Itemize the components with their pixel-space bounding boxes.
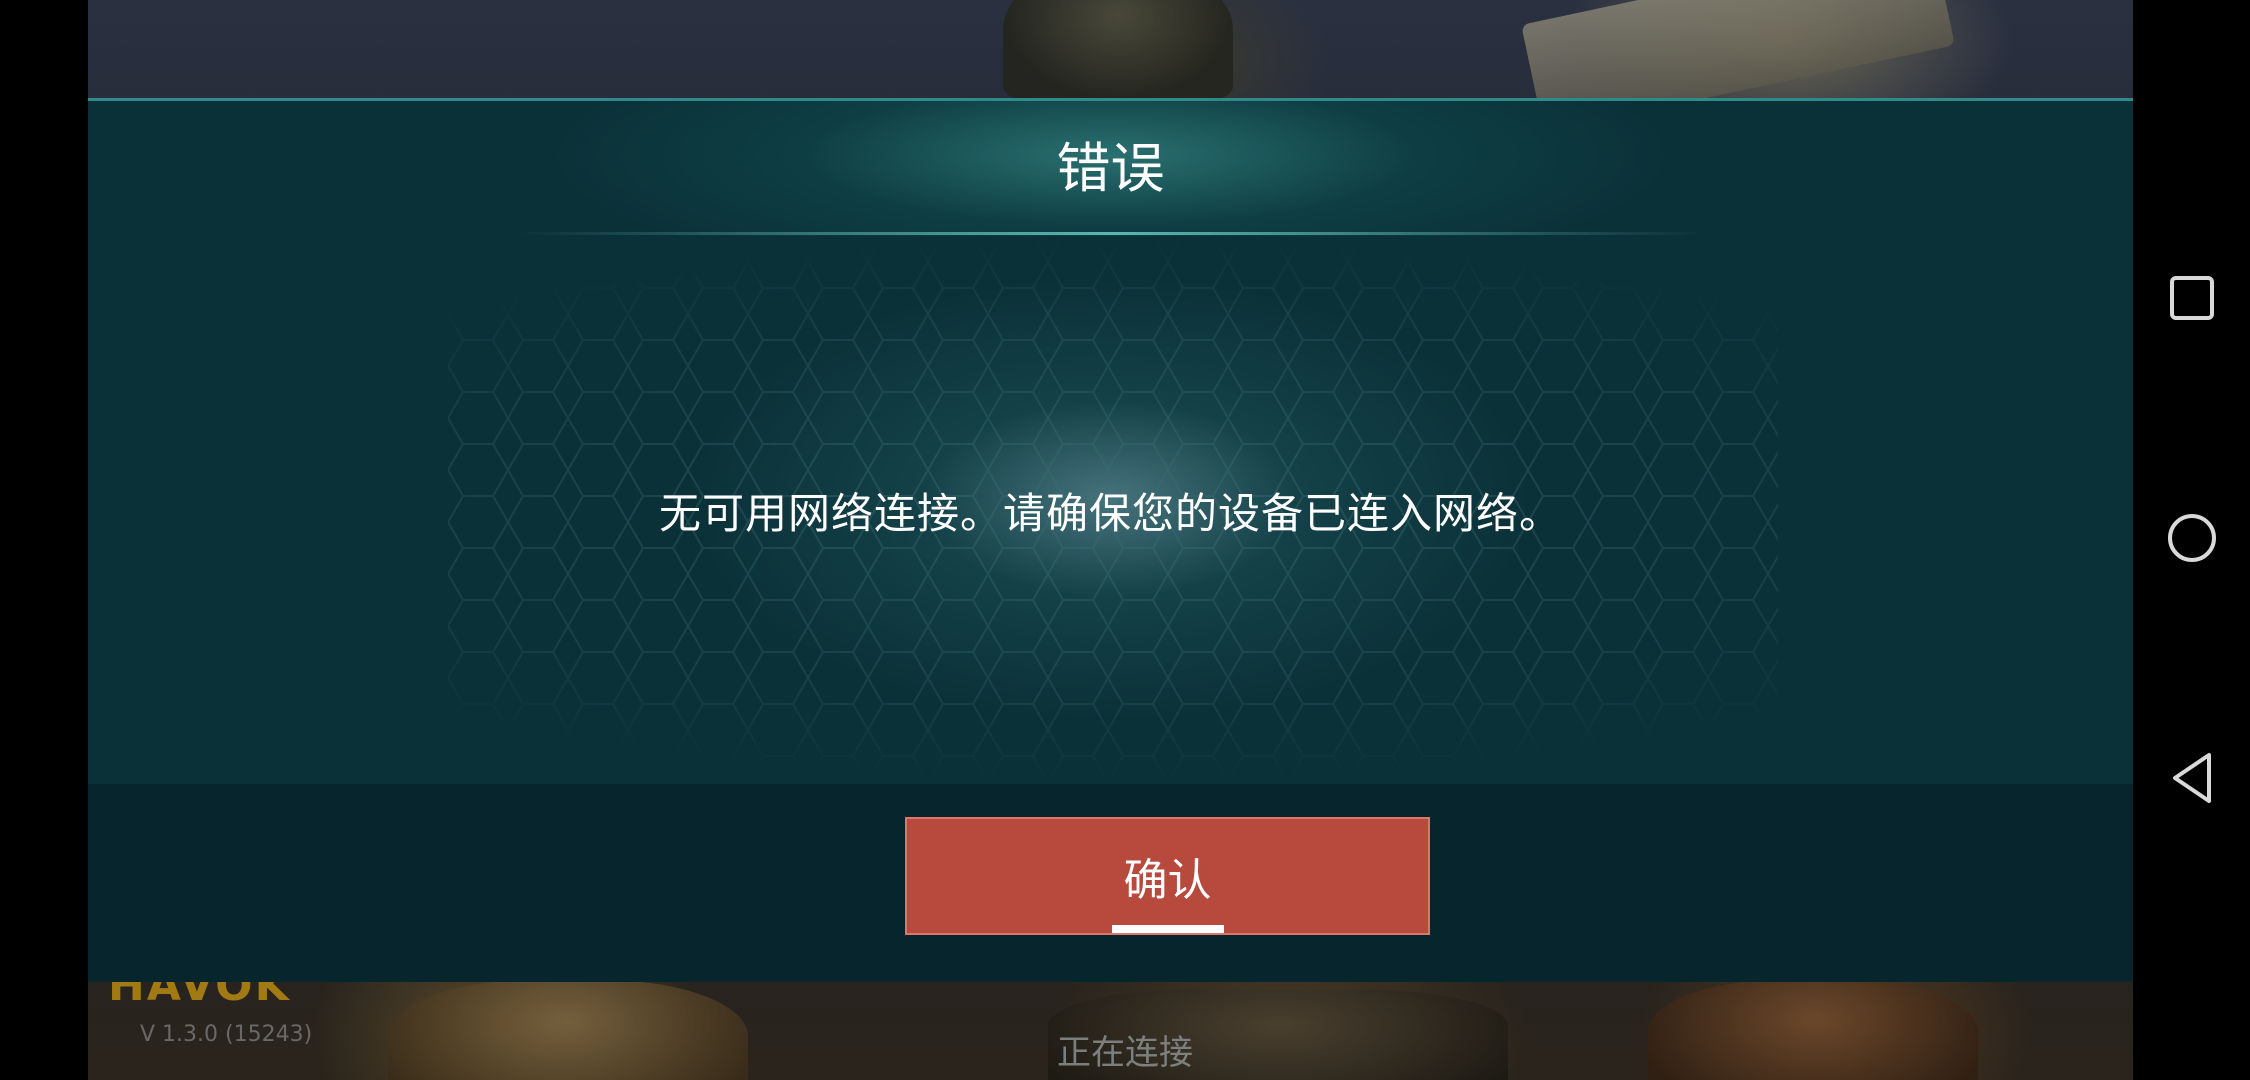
back-icon [2169,751,2215,809]
confirm-button-label: 确认 [1123,855,1212,906]
home-icon [2166,512,2218,568]
dialog-title: 错误 [1056,137,1165,200]
left-black-strip [0,0,88,1080]
error-message: 无可用网络连接。请确保您的设备已连入网络。 [658,488,1562,538]
dialog-footer: 确认 [88,784,2133,982]
error-dialog: 错误 无可用网络连接。请确保您的设备已连入网络。 确认 [88,98,2133,982]
game-screen: HAVOK V 1.3.0 (15243) 正在连接 错误 无可用网络连接。请确… [0,0,2250,1080]
recent-apps-button[interactable] [2133,255,2250,345]
confirm-focus-indicator [1112,925,1224,933]
system-navigation-bar [2133,0,2250,1080]
connecting-status: 正在连接 [1057,1033,1193,1073]
recent-apps-icon [2169,275,2215,325]
home-button[interactable] [2133,495,2250,585]
soldier-helmet-art [1003,0,1233,100]
confirm-button[interactable]: 确认 [905,817,1430,935]
back-button[interactable] [2133,735,2250,825]
dialog-body: 无可用网络连接。请确保您的设备已连入网络。 [88,236,2133,784]
